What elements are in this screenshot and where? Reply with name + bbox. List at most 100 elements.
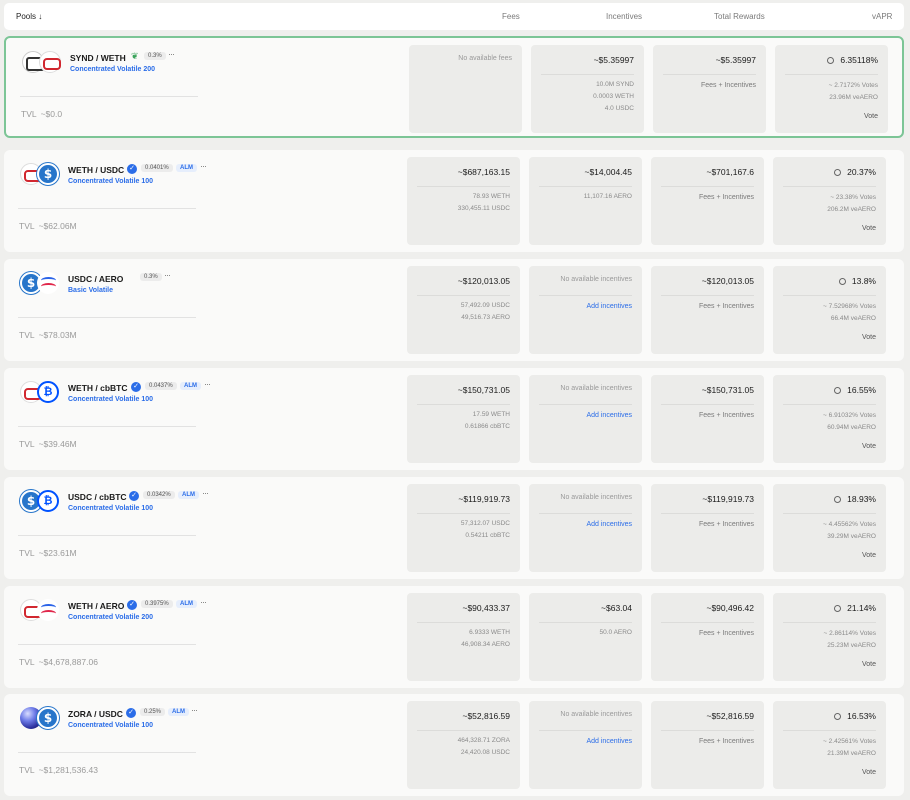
fees-total: ~$120,013.05 (457, 276, 510, 286)
fee-tier-badge: 0.0437% (145, 382, 177, 390)
total-rewards-value: ~$52,816.59 (706, 711, 754, 721)
more-options-icon[interactable]: ··· (204, 379, 211, 389)
pool-row-zora-usdc[interactable]: ZORA / USDC ✓ 0.25% ALM ··· Concentrated… (4, 694, 904, 796)
add-incentives-link[interactable]: Add incentives (586, 303, 632, 310)
tvl-value: TVL ~$23.61M (19, 548, 77, 558)
total-rewards-value: ~$90,496.42 (706, 603, 754, 613)
incentive-amount: 50.0 AERO (599, 629, 632, 636)
verified-check-icon: ✓ (129, 491, 139, 501)
fee-tier-badge: 0.3975% (141, 600, 173, 608)
pair-token-icons (20, 163, 64, 187)
usdc-token-icon (37, 163, 59, 185)
more-options-icon[interactable]: ··· (191, 705, 198, 715)
divider (18, 426, 196, 427)
vote-button[interactable]: Vote (862, 661, 876, 668)
total-rewards-cell: ~$150,731.05 Fees + Incentives (651, 375, 764, 463)
fees-plus-incentives-label: Fees + Incentives (700, 82, 756, 89)
add-incentives-link[interactable]: Add incentives (586, 738, 632, 745)
sort-pools-header[interactable]: Pools ↓ (16, 12, 42, 21)
more-options-icon[interactable]: ··· (164, 270, 171, 280)
votes-share: ~ 2.42561% Votes (823, 738, 876, 745)
no-fees-text: No available fees (458, 55, 512, 62)
vote-button[interactable]: Vote (862, 225, 876, 232)
clock-icon (834, 387, 842, 394)
votes-share: ~ 6.91032% Votes (823, 412, 876, 419)
fee-amount: 0.54211 cbBTC (465, 532, 510, 539)
votes-share: ~ 7.52968% Votes (823, 303, 876, 310)
aero-token-icon (37, 272, 59, 294)
pool-pair-name[interactable]: WETH / AERO (68, 601, 124, 611)
pool-type-label: Concentrated Volatile 100 (68, 505, 154, 512)
pool-pair-name[interactable]: SYND / WETH (70, 53, 126, 63)
no-incentives-text: No available incentives (560, 494, 632, 501)
pool-type-label: Concentrated Volatile 100 (68, 722, 154, 729)
vapr-column-header[interactable]: vAPR (872, 12, 892, 21)
more-options-icon[interactable]: ··· (168, 49, 175, 59)
weth-token-icon (39, 51, 61, 73)
more-options-icon[interactable]: ··· (200, 161, 207, 171)
fees-plus-incentives-label: Fees + Incentives (698, 303, 754, 310)
vapr-cell: 6.35118% ~ 2.7172% Votes 23.96M veAERO V… (775, 45, 888, 133)
pool-pair-name[interactable]: ZORA / USDC (68, 709, 123, 719)
pool-pair-name[interactable]: USDC / cbBTC (68, 492, 127, 502)
fee-amount: 464,328.71 ZORA (457, 737, 510, 744)
clock-icon (838, 278, 846, 285)
vapr-value: 16.53% (834, 711, 876, 721)
veaero-amount: 23.96M veAERO (829, 94, 878, 101)
pool-type-label: Concentrated Volatile 100 (68, 178, 154, 185)
pool-row-weth-aero[interactable]: WETH / AERO ✓ 0.3975% ALM ··· Concentrat… (4, 586, 904, 688)
add-incentives-link[interactable]: Add incentives (586, 521, 632, 528)
vapr-cell: 13.8% ~ 7.52968% Votes 66.4M veAERO Vote (773, 266, 886, 354)
clock-icon (834, 169, 842, 176)
fees-plus-incentives-label: Fees + Incentives (698, 738, 754, 745)
fees-cell: ~$90,433.37 6.9333 WETH 46,908.34 AERO (407, 593, 520, 681)
votes-share: ~ 23.38% Votes (830, 194, 876, 201)
fees-column-header[interactable]: Fees (502, 12, 520, 21)
alm-badge: ALM (176, 164, 197, 172)
incentives-cell: ~$14,004.45 11,107.16 AERO (529, 157, 642, 245)
incentive-amount: 4.0 USDC (604, 105, 634, 112)
fee-tier-badge: 0.25% (140, 708, 166, 716)
vote-button[interactable]: Vote (862, 552, 876, 559)
cbbtc-token-icon (37, 381, 59, 403)
incentives-total: ~$5.35997 (593, 55, 634, 65)
pool-row-usdc-cbbtc[interactable]: USDC / cbBTC ✓ 0.0342% ALM ··· Concentra… (4, 477, 904, 579)
veaero-amount: 66.4M veAERO (830, 315, 876, 322)
add-incentives-link[interactable]: Add incentives (586, 412, 632, 419)
pool-row-usdc-aero[interactable]: USDC / AERO 0.3% ··· Basic Volatile TVL~… (4, 259, 904, 361)
more-options-icon[interactable]: ··· (200, 597, 207, 607)
veaero-amount: 21.39M veAERO (827, 750, 876, 757)
incentives-column-header[interactable]: Incentives (606, 12, 642, 21)
vote-button[interactable]: Vote (864, 113, 878, 120)
fee-amount: 0.61866 cbBTC (464, 423, 510, 430)
pool-pair-name[interactable]: WETH / USDC (68, 165, 124, 175)
leaf-icon: ❦ (131, 51, 139, 61)
vapr-value: 20.37% (834, 167, 876, 177)
pool-pair-name[interactable]: WETH / cbBTC (68, 383, 128, 393)
vote-button[interactable]: Vote (862, 443, 876, 450)
pool-pair-name[interactable]: USDC / AERO (68, 274, 123, 284)
fee-amount: 17.59 WETH (472, 411, 510, 418)
vote-button[interactable]: Vote (862, 334, 876, 341)
fees-total: ~$119,919.73 (458, 494, 510, 504)
fee-amount: 49,516.73 AERO (461, 314, 510, 321)
incentives-total: ~$63.04 (601, 603, 632, 613)
vapr-value: 18.93% (834, 494, 876, 504)
vote-button[interactable]: Vote (862, 769, 876, 776)
more-options-icon[interactable]: ··· (202, 488, 209, 498)
tvl-value: TVL ~$1,281,536.43 (19, 765, 98, 775)
fee-amount: 24,420.08 USDC (460, 749, 510, 756)
alm-badge: ALM (176, 600, 197, 608)
pool-type-label: Basic Volatile (68, 287, 114, 294)
fees-cell: ~$120,013.05 57,492.09 USDC 49,516.73 AE… (407, 266, 520, 354)
vapr-cell: 20.37% ~ 23.38% Votes 206.2M veAERO Vote (773, 157, 886, 245)
pool-row-weth-usdc[interactable]: WETH / USDC ✓ 0.0401% ALM ··· Concentrat… (4, 150, 904, 252)
pool-type-label: Concentrated Volatile 100 (68, 396, 154, 403)
total-rewards-column-header[interactable]: Total Rewards (714, 12, 765, 21)
total-rewards-value: ~$120,013.05 (701, 276, 754, 286)
pair-token-icons (20, 599, 64, 623)
incentive-amount: 10.0M SYND (596, 81, 634, 88)
pool-row-weth-cbbtc[interactable]: WETH / cbBTC ✓ 0.0437% ALM ··· Concentra… (4, 368, 904, 470)
pool-row-synd-weth[interactable]: SYND / WETH ❦ 0.3% ··· Concentrated Vola… (4, 36, 904, 138)
fee-amount: 330,455.11 USDC (457, 205, 510, 212)
